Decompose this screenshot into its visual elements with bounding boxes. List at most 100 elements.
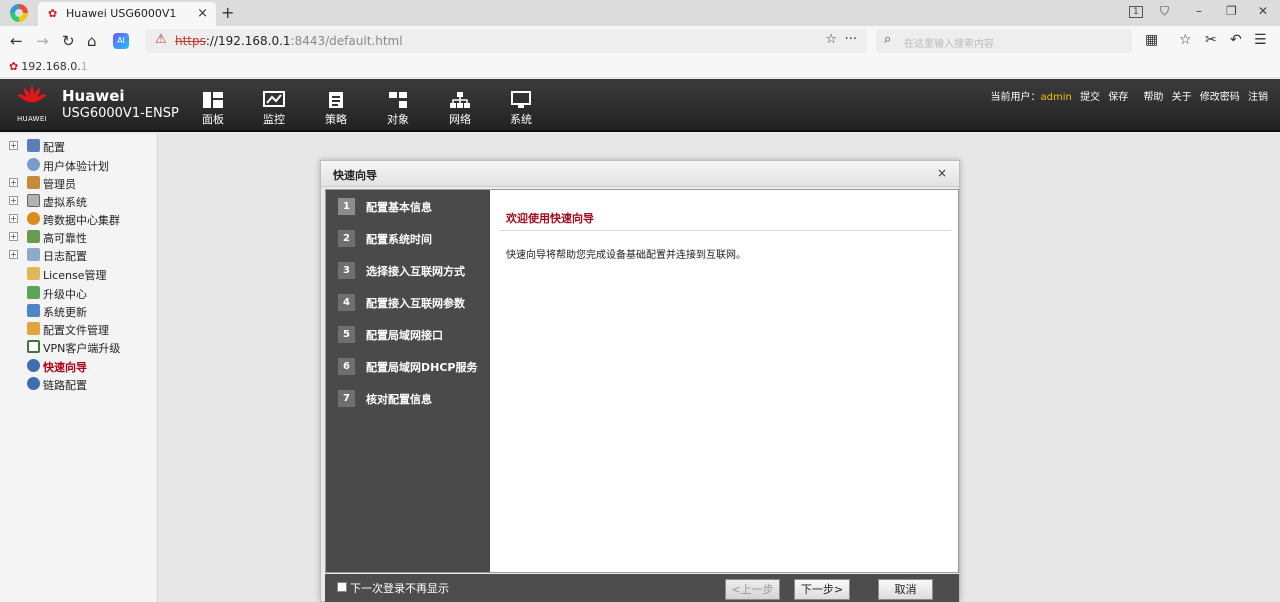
brand-name: Huawei xyxy=(62,87,125,105)
sidebar-item-upgrade[interactable]: 升级中心 xyxy=(0,284,158,302)
wizard-step: 6 配置局域网DHCP服务 xyxy=(338,356,490,376)
nav-network[interactable]: 网络 xyxy=(440,91,480,127)
browser-tab-active[interactable]: ✿ Huawei USG6000V1 × xyxy=(38,2,216,26)
huawei-petals-icon xyxy=(18,86,46,103)
dialog-titlebar[interactable]: 快速向导 × xyxy=(321,161,959,187)
url-text[interactable]: https://192.168.0.1:8443/default.html xyxy=(175,34,403,48)
help-link[interactable]: 帮助 xyxy=(1143,92,1163,103)
sidebar-item-system-update[interactable]: 系统更新 xyxy=(0,302,158,320)
wizard-step: 5 配置局域网接口 xyxy=(338,324,490,344)
step-number: 7 xyxy=(338,390,355,407)
sidebar-item-config-file[interactable]: 配置文件管理 xyxy=(0,320,158,338)
window-close-icon[interactable]: ✕ xyxy=(1258,4,1268,18)
sidebar-item-config[interactable]: + 配置 xyxy=(0,137,158,155)
prev-step-button[interactable]: <上一步 xyxy=(725,579,780,600)
insecure-connection-icon[interactable]: ⚠ xyxy=(155,32,167,47)
sidebar-item-link-config[interactable]: 链路配置 xyxy=(0,375,158,393)
reload-icon[interactable]: ↻ xyxy=(62,32,75,50)
nav-monitor[interactable]: 监控 xyxy=(254,91,294,127)
dont-show-again-label[interactable]: 下一次登录不再显示 xyxy=(350,580,449,596)
menu-icon[interactable]: ☰ xyxy=(1254,32,1267,48)
search-input[interactable]: ⌕ 在这里输入搜索内容 xyxy=(876,29,1132,53)
bookmark-star-icon[interactable]: ☆ xyxy=(825,32,837,47)
save-link[interactable]: 保存 xyxy=(1108,92,1128,103)
config-icon xyxy=(27,139,40,152)
expand-plus-icon[interactable]: + xyxy=(9,214,18,223)
about-link[interactable]: 关于 xyxy=(1172,92,1192,103)
tab-close-icon[interactable]: × xyxy=(197,6,208,21)
network-topology-icon xyxy=(450,92,470,108)
more-dots-icon[interactable]: ··· xyxy=(845,32,857,47)
expand-plus-icon[interactable]: + xyxy=(9,250,18,259)
sidebar-item-user-experience[interactable]: 用户体验计划 xyxy=(0,156,158,174)
nav-policy[interactable]: 策略 xyxy=(316,91,356,127)
next-step-button[interactable]: 下一步> xyxy=(794,579,850,600)
sidebar-item-high-availability[interactable]: + 高可靠性 xyxy=(0,228,158,246)
favorites-icon[interactable]: ☆ xyxy=(1179,32,1192,48)
admin-icon xyxy=(27,176,40,189)
wizard-step: 4 配置接入互联网参数 xyxy=(338,292,490,312)
sidebar-item-log-config[interactable]: + 日志配置 xyxy=(0,246,158,264)
vpn-upgrade-icon xyxy=(27,340,40,353)
minimize-icon[interactable]: – xyxy=(1196,4,1202,18)
quick-wizard-icon xyxy=(27,359,40,372)
undo-close-icon[interactable]: ↶ xyxy=(1230,32,1242,48)
sidebar-item-license[interactable]: License管理 xyxy=(0,265,158,283)
dialog-close-icon[interactable]: × xyxy=(937,166,947,180)
high-availability-icon xyxy=(27,230,40,243)
step-number: 6 xyxy=(338,358,355,375)
object-icon xyxy=(389,92,407,108)
step-label: 核对配置信息 xyxy=(366,393,432,406)
wizard-step: 7 核对配置信息 xyxy=(338,388,490,408)
submit-link[interactable]: 提交 xyxy=(1080,92,1100,103)
sidebar-item-cluster[interactable]: + 跨数据中心集群 xyxy=(0,210,158,228)
nav-dashboard[interactable]: 面板 xyxy=(193,91,233,127)
link-config-icon xyxy=(27,377,40,390)
wizard-step: 2 配置系统时间 xyxy=(338,228,490,248)
device-model: USG6000V1-ENSP xyxy=(62,106,179,121)
monitor-chart-icon xyxy=(263,91,285,107)
change-password-link[interactable]: 修改密码 xyxy=(1200,92,1240,103)
expand-plus-icon[interactable]: + xyxy=(9,178,18,187)
skin-shirt-icon[interactable]: ⛉ xyxy=(1160,4,1169,19)
sidebar-item-quick-wizard[interactable]: 快速向导 xyxy=(0,357,158,375)
dialog-body: 1 配置基本信息 2 配置系统时间 3 选择接入互联网方式 4 配置接入互联网参… xyxy=(325,189,959,573)
nav-object[interactable]: 对象 xyxy=(378,91,418,127)
dialog-footer: 下一次登录不再显示 <上一步 下一步> 取消 xyxy=(325,574,959,602)
logo-wordmark: HUAWEI xyxy=(16,115,47,123)
nav-system[interactable]: 系统 xyxy=(501,91,541,127)
dont-show-again-checkbox[interactable] xyxy=(337,582,347,592)
ai-assistant-icon[interactable]: AI xyxy=(113,33,129,49)
sidebar-item-admin[interactable]: + 管理员 xyxy=(0,174,158,192)
url-field[interactable]: ⚠ https://192.168.0.1:8443/default.html … xyxy=(145,29,867,53)
home-icon[interactable]: ⌂ xyxy=(87,32,97,50)
step-number: 5 xyxy=(338,326,355,343)
tab-title: Huawei USG6000V1 xyxy=(66,7,177,20)
step-label: 配置局域网DHCP服务 xyxy=(366,361,478,374)
tab-count-icon[interactable]: 1 xyxy=(1129,6,1143,18)
huawei-logo: HUAWEI xyxy=(14,85,50,125)
back-arrow-icon[interactable]: ← xyxy=(10,32,23,50)
logout-link[interactable]: 注销 xyxy=(1248,92,1268,103)
step-label: 配置基本信息 xyxy=(366,201,432,214)
expand-plus-icon[interactable]: + xyxy=(9,141,18,150)
app-header: HUAWEI Huawei USG6000V1-ENSP 面板 监控 策略 对象… xyxy=(0,79,1280,132)
apps-grid-icon[interactable]: ▦ xyxy=(1145,32,1158,48)
expand-plus-icon[interactable]: + xyxy=(9,232,18,241)
forward-arrow-icon[interactable]: → xyxy=(36,32,49,50)
restore-icon[interactable]: ❐ xyxy=(1226,4,1237,18)
welcome-title: 欢迎使用快速向导 xyxy=(506,212,594,225)
cancel-button[interactable]: 取消 xyxy=(878,579,933,600)
virtual-system-icon xyxy=(27,194,40,207)
bookmark-item[interactable]: ✿ 192.168.0.1 xyxy=(9,60,88,73)
step-number: 1 xyxy=(338,198,355,215)
new-tab-button[interactable]: + xyxy=(221,3,234,22)
screenshot-scissors-icon[interactable]: ✂ xyxy=(1205,32,1217,48)
sidebar-nav: + 配置 用户体验计划 + 管理员 + 虚拟系统 + 跨数据中心集群 + 高可靠… xyxy=(0,134,158,602)
expand-plus-icon[interactable]: + xyxy=(9,196,18,205)
sidebar-item-vpn-upgrade[interactable]: VPN客户端升级 xyxy=(0,338,158,356)
sidebar-item-virtual-system[interactable]: + 虚拟系统 xyxy=(0,192,158,210)
huawei-favicon-icon: ✿ xyxy=(48,7,58,20)
browser-logo-icon[interactable] xyxy=(10,4,28,22)
step-number: 4 xyxy=(338,294,355,311)
